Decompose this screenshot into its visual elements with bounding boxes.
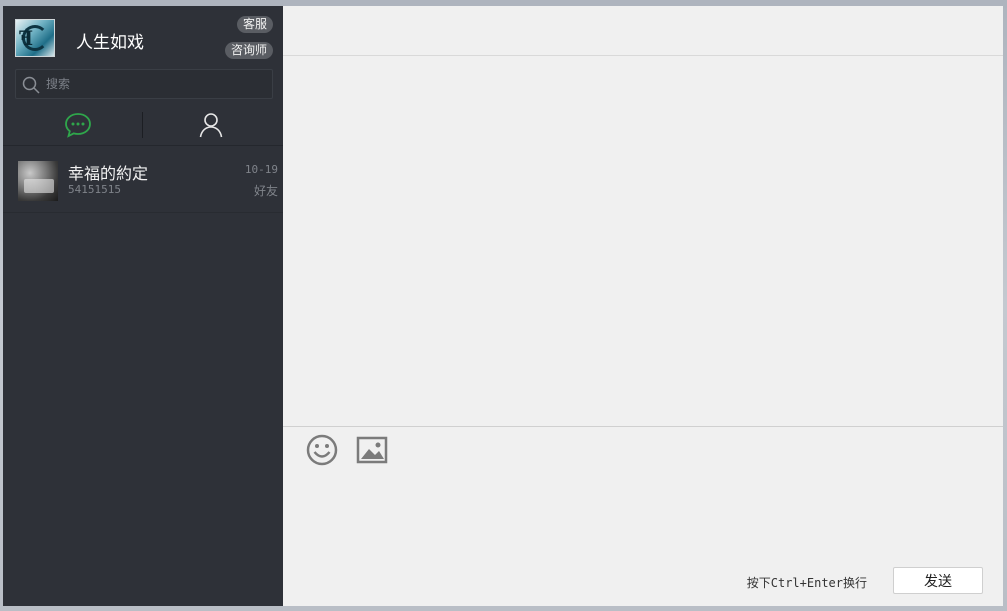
chat-bubble-icon bbox=[65, 113, 91, 138]
tab-divider bbox=[142, 112, 143, 138]
contact-name: 幸福的約定 bbox=[68, 164, 149, 183]
composer: 按下Ctrl+Enter换行 发送 bbox=[283, 426, 1003, 606]
consultant-button[interactable]: 咨询师 bbox=[224, 42, 273, 59]
avatar-glyph: ꟻ bbox=[19, 26, 34, 50]
chat-main: 按下Ctrl+Enter换行 发送 bbox=[283, 6, 1003, 606]
search-box bbox=[15, 69, 273, 99]
search-input[interactable] bbox=[46, 74, 266, 94]
list-item[interactable]: 幸福的約定 54151515 10-19 好友 bbox=[3, 149, 283, 213]
conversation-date: 10-19 bbox=[244, 163, 278, 176]
contact-tag: 好友 bbox=[253, 184, 278, 198]
contact-avatar bbox=[18, 161, 58, 201]
profile-header: ꟻ 人生如戏 客服 咨询师 bbox=[3, 6, 283, 68]
contact-id: 54151515 bbox=[68, 183, 121, 196]
tab-contacts[interactable] bbox=[191, 108, 231, 142]
support-button[interactable]: 客服 bbox=[236, 16, 273, 33]
send-button[interactable]: 发送 bbox=[893, 567, 983, 594]
search-icon bbox=[22, 76, 40, 94]
user-avatar[interactable]: ꟻ bbox=[15, 19, 55, 57]
username: 人生如戏 bbox=[76, 33, 144, 53]
newline-hint: 按下Ctrl+Enter换行 bbox=[746, 576, 867, 590]
image-icon[interactable] bbox=[355, 433, 389, 467]
emoji-icon[interactable] bbox=[305, 433, 339, 467]
sidebar: ꟻ 人生如戏 客服 咨询师 搜索 幸福的約定 54151515 10-19 好友 bbox=[3, 6, 283, 606]
message-area[interactable] bbox=[283, 57, 1003, 426]
chat-header bbox=[283, 6, 1003, 56]
message-input[interactable] bbox=[293, 473, 993, 561]
conversation-list: 幸福的約定 54151515 10-19 好友 bbox=[3, 149, 283, 213]
person-icon bbox=[199, 113, 223, 138]
tab-chat[interactable] bbox=[58, 108, 98, 142]
chat-window: ꟻ 人生如戏 客服 咨询师 搜索 幸福的約定 54151515 10-19 好友… bbox=[3, 6, 1003, 606]
sidebar-tabs bbox=[3, 104, 283, 146]
